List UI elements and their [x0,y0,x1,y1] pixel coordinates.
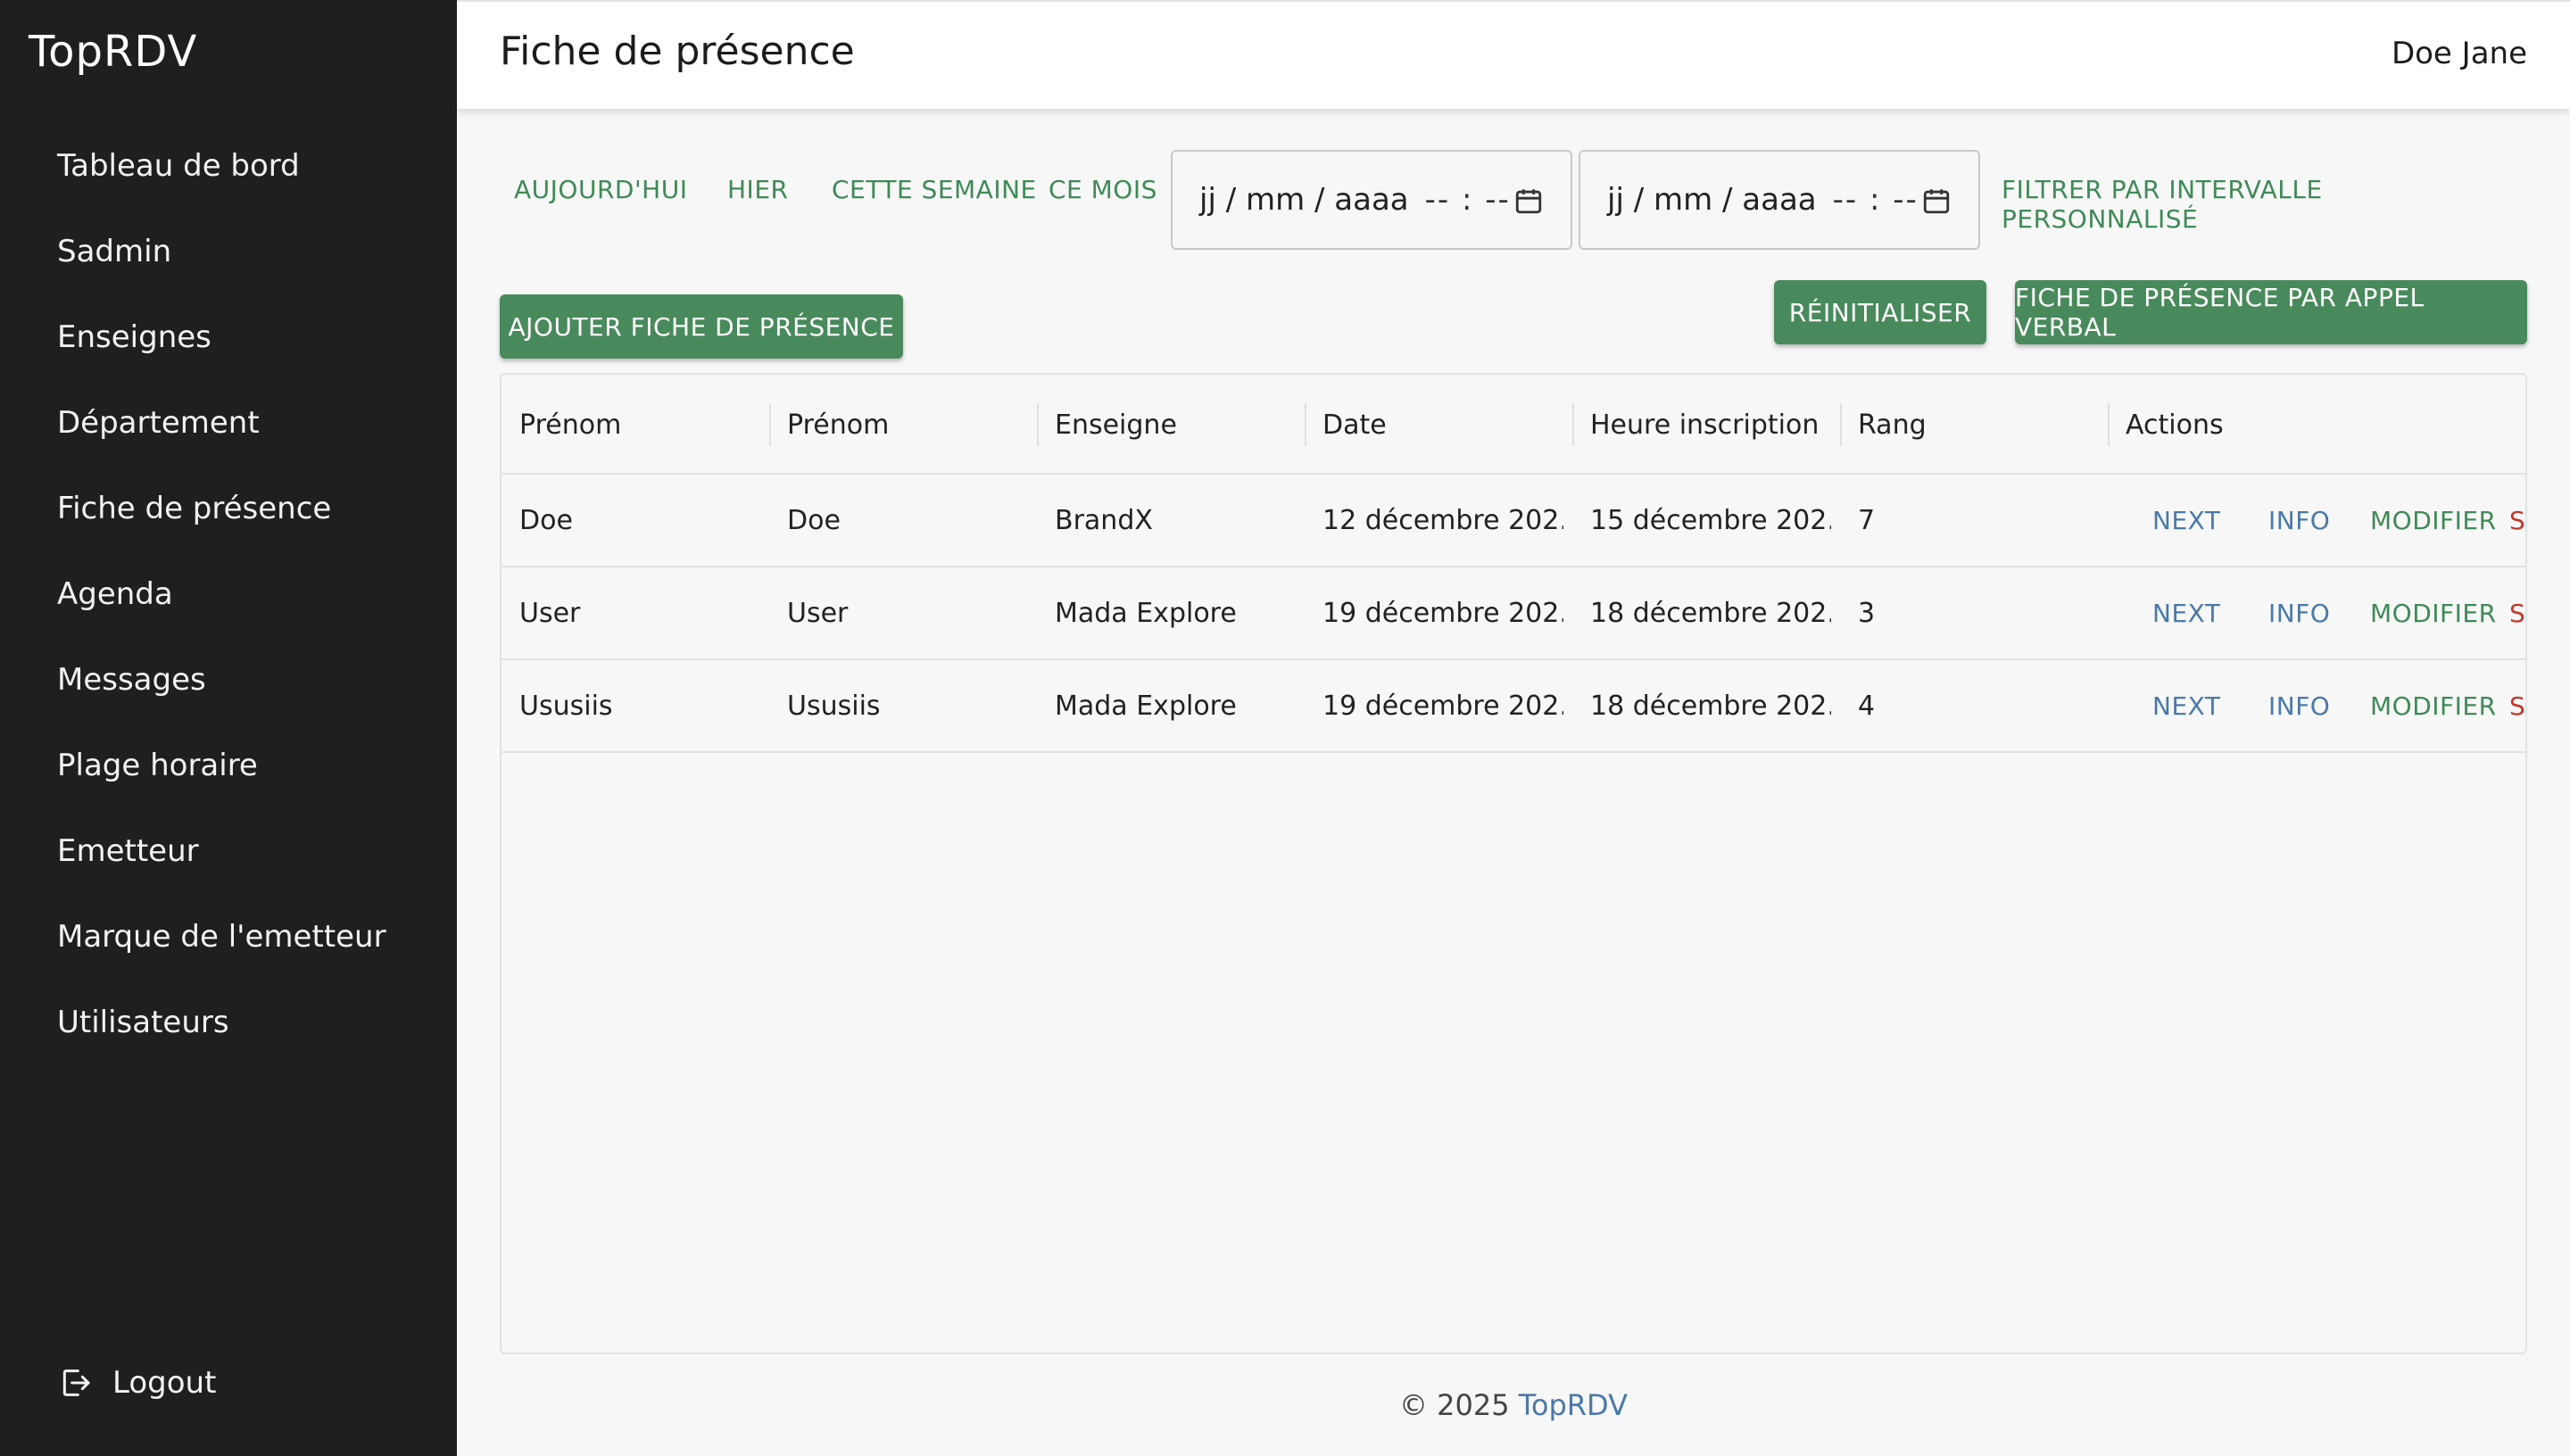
edit-button[interactable]: MODIFIER [2370,567,2497,658]
filter-this-month-button[interactable]: CE MOIS [1049,175,1157,204]
cell-date: 19 décembre 202... [1322,690,1563,722]
calendar-icon[interactable] [1513,186,1544,216]
sidebar-item-fiche-de-presence[interactable]: Fiche de présence [0,466,457,551]
add-attendance-button[interactable]: AJOUTER FICHE DE PRÉSENCE [500,294,903,359]
cell-rang: 3 [1858,597,1876,629]
next-button[interactable]: NEXT [2152,475,2220,566]
top-header: Fiche de présence Doe Jane [457,0,2570,109]
column-header-actions: Actions [2126,409,2224,441]
table-header: Prénom Prénom Enseigne Date Heure inscri… [502,375,2525,475]
sidebar-item-utilisateurs[interactable]: Utilisateurs [0,980,457,1065]
start-datetime-input[interactable]: jj / mm / aaaa -- : -- [1171,150,1572,250]
logout-label: Logout [112,1365,217,1401]
brand-logo[interactable]: TopRDV [29,27,197,77]
filter-custom-range-button[interactable]: FILTRER PAR INTERVALLE PERSONNALISÉ [2002,175,2527,234]
start-date-placeholder: jj / mm / aaaa [1199,182,1409,218]
column-separator[interactable] [1037,403,1039,446]
column-separator[interactable] [2108,403,2110,446]
cell-rang: 7 [1858,504,1876,536]
page-title: Fiche de présence [500,29,855,74]
sidebar-item-sadmin[interactable]: Sadmin [0,209,457,294]
table-row[interactable]: User User Mada Explore 19 décembre 202..… [502,567,2525,660]
cell-first-name: User [519,597,581,629]
filter-today-button[interactable]: AUJOURD'HUI [514,175,687,204]
next-button[interactable]: NEXT [2152,660,2220,751]
column-header-first-name[interactable]: Prénom [519,375,621,475]
cell-rang: 4 [1858,690,1876,722]
cell-heure-inscription: 15 décembre 202... [1590,504,1831,536]
cell-heure-inscription: 18 décembre 202... [1590,597,1831,629]
cell-heure-inscription: 18 décembre 202... [1590,690,1831,722]
cell-last-name: Doe [787,504,841,536]
footer-copyright: © 2025 [1399,1388,1510,1422]
sidebar-item-agenda[interactable]: Agenda [0,551,457,637]
attendance-table: Prénom Prénom Enseigne Date Heure inscri… [500,373,2527,1354]
column-separator[interactable] [1840,403,1842,446]
table-row[interactable]: Doe Doe BrandX 12 décembre 202... 15 déc… [502,475,2525,567]
column-header-rang[interactable]: Rang [1858,375,1927,475]
filter-this-week-button[interactable]: CETTE SEMAINE [832,175,1037,204]
table-row[interactable]: Ususiis Ususiis Mada Explore 19 décembre… [502,660,2525,753]
next-button[interactable]: NEXT [2152,567,2220,658]
user-name[interactable]: Doe Jane [2392,36,2527,71]
verbal-attendance-button[interactable]: FICHE DE PRÉSENCE PAR APPEL VERBAL [2015,280,2527,344]
cell-last-name: Ususiis [787,690,881,722]
info-button[interactable]: INFO [2268,660,2330,751]
sidebar-item-messages[interactable]: Messages [0,637,457,723]
edit-button[interactable]: MODIFIER [2370,475,2497,566]
cell-enseigne: Mada Explore [1055,597,1237,629]
cell-first-name: Ususiis [519,690,613,722]
calendar-icon[interactable] [1921,186,1952,216]
column-header-first-name-2[interactable]: Prénom [787,375,889,475]
footer: © 2025 TopRDV [457,1388,2570,1422]
end-datetime-input[interactable]: jj / mm / aaaa -- : -- [1579,150,1980,250]
sidebar-item-marque-emetteur[interactable]: Marque de l'emetteur [0,894,457,980]
column-header-heure-inscription[interactable]: Heure inscription [1590,375,1819,475]
column-separator[interactable] [1572,403,1574,446]
delete-button[interactable]: S [2509,567,2525,658]
sidebar: TopRDV Tableau de bord Sadmin Enseignes … [0,0,457,1456]
cell-date: 12 décembre 202... [1322,504,1563,536]
reset-button[interactable]: RÉINITIALISER [1774,280,1986,344]
cell-enseigne: Mada Explore [1055,690,1237,722]
start-time-placeholder: -- : -- [1424,182,1511,218]
info-button[interactable]: INFO [2268,475,2330,566]
delete-button[interactable]: S [2509,660,2525,751]
filter-yesterday-button[interactable]: HIER [727,175,788,204]
cell-last-name: User [787,597,849,629]
end-time-placeholder: -- : -- [1832,182,1919,218]
cell-first-name: Doe [519,504,573,536]
delete-button[interactable]: S [2509,475,2525,566]
sidebar-item-tableau-de-bord[interactable]: Tableau de bord [0,123,457,209]
footer-link[interactable]: TopRDV [1519,1388,1628,1422]
logout-button[interactable]: Logout [57,1365,216,1401]
column-header-date[interactable]: Date [1322,375,1387,475]
sidebar-item-departement[interactable]: Département [0,380,457,466]
column-separator[interactable] [769,403,771,446]
cell-enseigne: BrandX [1055,504,1153,536]
sidebar-item-emetteur[interactable]: Emetteur [0,808,457,894]
date-filters: AUJOURD'HUI HIER CETTE SEMAINE CE MOIS j… [500,150,2527,250]
info-button[interactable]: INFO [2268,567,2330,658]
column-header-enseigne[interactable]: Enseigne [1055,375,1177,475]
end-date-placeholder: jj / mm / aaaa [1607,182,1817,218]
edit-button[interactable]: MODIFIER [2370,660,2497,751]
sidebar-item-enseignes[interactable]: Enseignes [0,294,457,380]
cell-date: 19 décembre 202... [1322,597,1563,629]
column-separator[interactable] [1305,403,1306,446]
sidebar-item-plage-horaire[interactable]: Plage horaire [0,723,457,808]
sidebar-nav: Tableau de bord Sadmin Enseignes Départe… [0,123,457,1065]
logout-icon [62,1369,90,1396]
